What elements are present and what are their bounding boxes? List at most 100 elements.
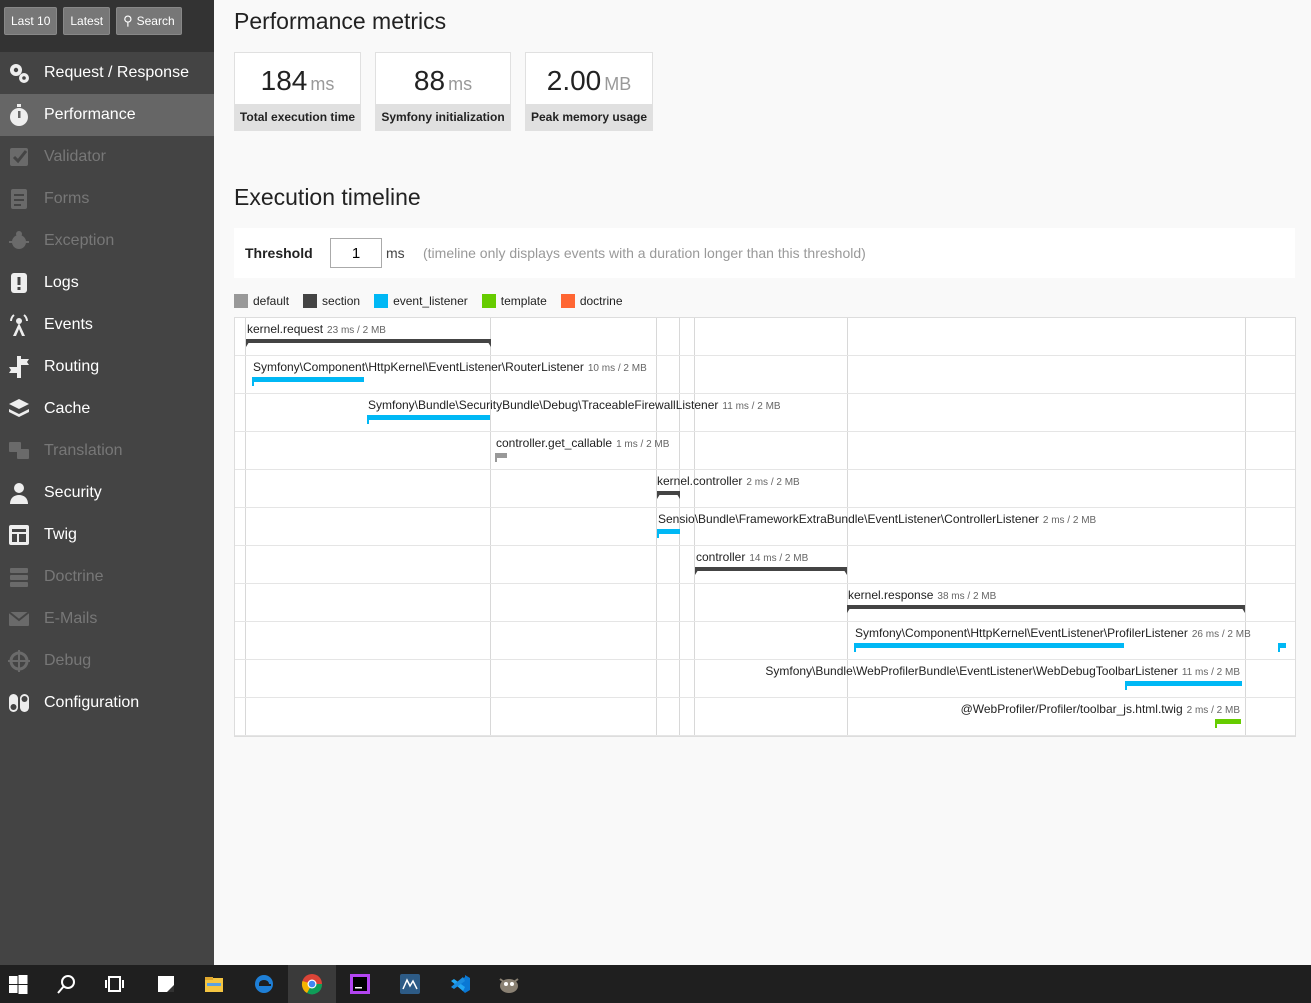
event-name: controller: [696, 550, 746, 564]
sidebar-item-events[interactable]: Events: [0, 304, 214, 346]
sidebar-item-label: Configuration: [44, 694, 140, 711]
timeline-row: Symfony\Bundle\SecurityBundle\Debug\Trac…: [235, 394, 1295, 432]
timeline-row: kernel.response 38 ms / 2 MB: [235, 584, 1295, 622]
metric-label: Symfony initialization: [376, 104, 510, 130]
timeline-title: Execution timeline: [234, 184, 421, 210]
sidebar-item-security[interactable]: Security: [0, 472, 214, 514]
last-10-label: Last 10: [11, 14, 51, 28]
event-name: kernel.controller: [657, 474, 743, 488]
timeline-bar-section[interactable]: [695, 567, 847, 575]
legend-item-section[interactable]: section: [303, 293, 360, 309]
sidebar-item-routing[interactable]: Routing: [0, 346, 214, 388]
sidebar-item-translation: Translation: [0, 430, 214, 472]
sidebar-item-request-response[interactable]: Request / Response: [0, 52, 214, 94]
timeline-bar-event-listener[interactable]: [657, 529, 680, 538]
sidebar-item-logs[interactable]: Logs: [0, 262, 214, 304]
metric-total-execution-time: 184 ms Total execution time: [234, 52, 361, 131]
threshold-panel: Threshold ms (timeline only displays eve…: [234, 228, 1295, 278]
timeline-event-label[interactable]: @WebProfiler/Profiler/toolbar_js.html.tw…: [961, 702, 1240, 716]
timeline-row: kernel.controller 2 ms / 2 MB: [235, 470, 1295, 508]
windows-taskbar: [0, 965, 1311, 1003]
timeline-event-label[interactable]: Symfony\Bundle\SecurityBundle\Debug\Trac…: [368, 398, 781, 412]
threshold-help-text: (timeline only displays events with a du…: [423, 245, 866, 261]
section-tick-right: [842, 567, 847, 575]
sidebar-item-doctrine: Doctrine: [0, 556, 214, 598]
timeline-row: kernel.request 23 ms / 2 MB: [235, 318, 1295, 356]
legend-swatch: [374, 294, 389, 308]
timeline-event-label[interactable]: controller.get_callable 1 ms / 2 MB: [496, 436, 669, 450]
timeline-event-label[interactable]: Sensio\Bundle\FrameworkExtraBundle\Event…: [658, 512, 1096, 526]
mail-icon: [6, 606, 32, 632]
event-duration-memory: 14 ms / 2 MB: [749, 553, 809, 564]
execution-timeline: kernel.request 23 ms / 2 MB Symfony\Compon…: [234, 317, 1296, 737]
metric-value: 88: [413, 65, 446, 96]
timeline-bar-event-listener[interactable]: [854, 643, 1124, 652]
last-10-button[interactable]: Last 10: [4, 7, 58, 35]
legend-label: doctrine: [579, 294, 623, 308]
event-duration-memory: 10 ms / 2 MB: [587, 363, 647, 374]
event-name: Symfony\Component\HttpKernel\EventListen…: [253, 360, 584, 374]
edge-icon[interactable]: [240, 965, 288, 1003]
timeline-event-label[interactable]: kernel.controller 2 ms / 2 MB: [657, 474, 800, 488]
timeline-bar-default[interactable]: [495, 453, 507, 462]
timeline-event-label[interactable]: Symfony\Bundle\WebProfilerBundle\EventLi…: [765, 664, 1240, 678]
sidebar-item-twig[interactable]: Twig: [0, 514, 214, 556]
sidebar-item-label: Performance: [44, 106, 136, 123]
timeline-event-label[interactable]: kernel.response 38 ms / 2 MB: [848, 588, 996, 602]
latest-button[interactable]: Latest: [63, 7, 111, 35]
search-icon: ⚲: [123, 13, 133, 28]
sidebar-item-label: Translation: [44, 442, 123, 459]
layers-icon: [6, 396, 32, 422]
event-duration-memory: 11 ms / 2 MB: [722, 401, 781, 412]
timeline-bar-section[interactable]: [847, 605, 1245, 613]
legend-item-event-listener[interactable]: event_listener: [374, 293, 468, 309]
legend-item-template[interactable]: template: [481, 293, 547, 309]
event-duration-memory: 11 ms / 2 MB: [1181, 667, 1240, 678]
threshold-input[interactable]: [330, 238, 382, 268]
task-view-icon[interactable]: [90, 965, 138, 1003]
timeline-event-label[interactable]: kernel.request 23 ms / 2 MB: [247, 322, 386, 336]
timeline-event-label[interactable]: Symfony\Component\HttpKernel\EventListen…: [253, 360, 647, 374]
timeline-bar-event-listener[interactable]: [252, 377, 364, 386]
timeline-bar-template[interactable]: [1215, 719, 1241, 728]
database-icon: [6, 564, 32, 590]
windows-start-icon[interactable]: [0, 965, 42, 1003]
sidebar-item-cache[interactable]: Cache: [0, 388, 214, 430]
timeline-bar-event-listener[interactable]: [1125, 681, 1242, 690]
phpstorm-icon[interactable]: [336, 965, 384, 1003]
gimp-icon[interactable]: [484, 965, 532, 1003]
stopwatch-icon: [6, 102, 32, 128]
legend-swatch: [234, 294, 248, 308]
timeline-bar-event-listener[interactable]: [367, 415, 490, 424]
sidebar-item-configuration[interactable]: Configuration: [0, 682, 214, 724]
legend-item-default[interactable]: default: [234, 293, 289, 309]
timeline-bar-section[interactable]: [246, 339, 491, 347]
sticky-notes-icon[interactable]: [142, 965, 190, 1003]
timeline-bar-event-listener[interactable]: [1278, 643, 1286, 652]
search-button[interactable]: ⚲ Search: [116, 7, 182, 35]
threshold-unit: ms: [386, 245, 405, 261]
crosshair-icon: [6, 648, 32, 674]
timeline-event-label[interactable]: controller 14 ms / 2 MB: [696, 550, 808, 564]
sidebar-item-debug: Debug: [0, 640, 214, 682]
event-duration-memory: 2 ms / 2 MB: [1042, 515, 1097, 526]
section-tick-right: [486, 339, 491, 347]
sidebar-item-label: Request / Response: [44, 64, 189, 81]
mysql-workbench-icon[interactable]: [386, 965, 434, 1003]
signpost-icon: [6, 354, 32, 380]
sidebar-item-label: Forms: [44, 190, 90, 207]
timeline-row: Symfony\Component\HttpKernel\EventListen…: [235, 622, 1295, 660]
file-explorer-icon[interactable]: [190, 965, 238, 1003]
event-name: controller.get_callable: [496, 436, 613, 450]
timeline-row: Sensio\Bundle\FrameworkExtraBundle\Event…: [235, 508, 1295, 546]
vscode-icon[interactable]: [436, 965, 484, 1003]
timeline-event-label[interactable]: Symfony\Component\HttpKernel\EventListen…: [855, 626, 1251, 640]
chrome-icon[interactable]: [288, 965, 336, 1003]
sidebar-item-performance[interactable]: Performance: [0, 94, 214, 136]
timeline-bar-section[interactable]: [657, 491, 680, 499]
legend-item-doctrine[interactable]: doctrine: [560, 293, 623, 309]
search-icon[interactable]: [42, 965, 90, 1003]
sidebar-item-exception: Exception: [0, 220, 214, 262]
event-name: Symfony\Bundle\SecurityBundle\Debug\Trac…: [368, 398, 719, 412]
sidebar-item-label: Logs: [44, 274, 79, 291]
